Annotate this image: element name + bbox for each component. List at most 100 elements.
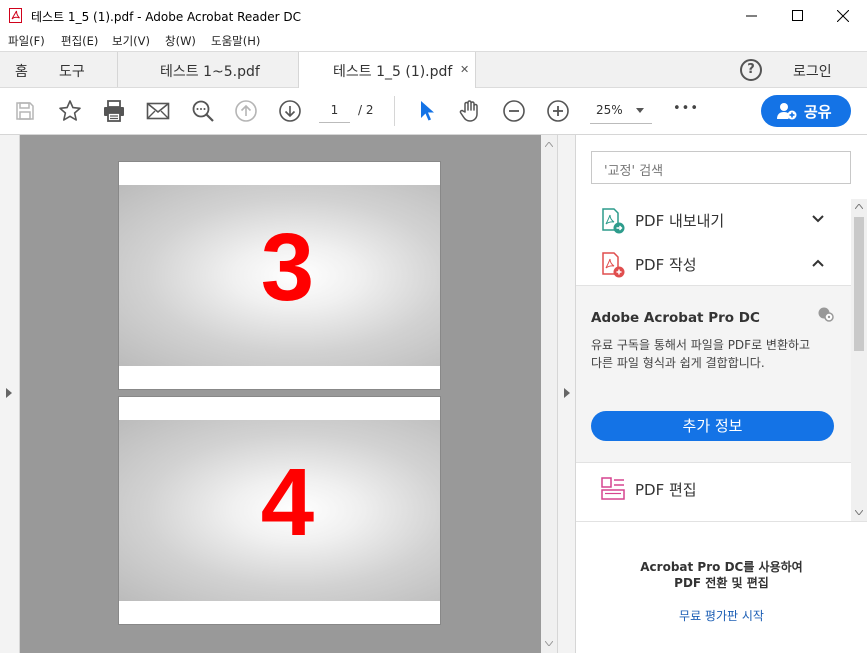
document-scrollbar[interactable] <box>541 135 557 653</box>
collapse-right-panel-icon[interactable] <box>564 388 570 398</box>
scroll-up-icon[interactable] <box>855 204 863 209</box>
tools-pane: '교정' 검색 PDF 내보내기 PDF 작성 Adobe Acrobat Pr… <box>576 135 867 653</box>
save-button[interactable] <box>12 99 38 123</box>
maximize-button[interactable] <box>774 0 820 31</box>
main-toolbar: 1 / 2 25% ••• 공유 <box>0 88 867 135</box>
arrow-up-circle-icon <box>235 100 257 122</box>
minimize-icon <box>745 15 757 17</box>
zoom-out-button[interactable] <box>501 99 527 123</box>
select-tool-button[interactable] <box>414 99 440 123</box>
add-person-icon <box>777 103 797 120</box>
scroll-down-icon[interactable] <box>545 641 553 646</box>
tab-tools[interactable]: 도구 <box>45 52 117 87</box>
trial-promo-line-2: PDF 전환 및 편집 <box>674 576 769 590</box>
printer-icon <box>104 100 124 122</box>
zoom-value: 25% <box>596 103 623 117</box>
pdf-page: 4 <box>118 396 441 625</box>
search-placeholder: '교정' 검색 <box>604 164 664 179</box>
tools-pane-scrollbar[interactable] <box>851 199 867 521</box>
tool-create-pdf-label: PDF 작성 <box>635 256 697 274</box>
arrow-down-circle-icon <box>279 100 301 122</box>
tab-home[interactable]: 홈 <box>0 52 45 87</box>
minus-circle-icon <box>503 100 525 122</box>
document-viewport[interactable]: 3 4 <box>20 135 541 653</box>
window-title: 테스트 1_5 (1).pdf - Adobe Acrobat Reader D… <box>31 10 302 24</box>
login-link[interactable]: 로그인 <box>793 61 832 81</box>
export-pdf-icon <box>602 208 625 234</box>
bookmark-button[interactable] <box>57 99 83 123</box>
help-icon[interactable]: ? <box>740 59 762 81</box>
toolbar-divider <box>394 96 395 126</box>
scrollbar-thumb[interactable] <box>854 217 864 351</box>
left-panel-collapsed <box>0 135 20 653</box>
close-window-button[interactable] <box>820 0 866 31</box>
slide-number: 4 <box>260 449 315 556</box>
chevron-up-icon <box>812 259 824 267</box>
create-pdf-upsell: Adobe Acrobat Pro DC 유료 구독을 통해서 파일을 PDF로… <box>576 285 851 463</box>
slide-content: 3 <box>119 185 440 366</box>
scroll-down-icon[interactable] <box>855 510 863 515</box>
previous-page-button[interactable] <box>233 99 259 123</box>
slide-number: 3 <box>260 214 315 321</box>
magnifier-icon <box>192 100 214 122</box>
star-icon <box>59 100 81 121</box>
share-button-label: 공유 <box>804 103 832 121</box>
plus-circle-icon <box>547 100 569 122</box>
page-total: / 2 <box>358 103 374 117</box>
tool-edit-pdf[interactable]: PDF 편집 <box>576 468 851 512</box>
tool-export-pdf[interactable]: PDF 내보내기 <box>576 199 851 243</box>
menu-edit[interactable]: 편집(E) <box>61 33 98 49</box>
pdf-page: 3 <box>118 161 441 390</box>
tool-create-pdf[interactable]: PDF 작성 <box>576 243 851 287</box>
next-page-button[interactable] <box>277 99 303 123</box>
hand-icon <box>459 100 478 122</box>
print-button[interactable] <box>101 99 127 123</box>
share-button[interactable]: 공유 <box>761 95 851 127</box>
tab-document-2-label: 테스트 1_5 (1).pdf <box>333 64 453 80</box>
chevron-down-icon <box>812 215 824 223</box>
page-number-input[interactable]: 1 <box>319 97 350 123</box>
tab-bar: 홈 도구 테스트 1~5.pdf 테스트 1_5 (1).pdf ✕ ? 로그인 <box>0 51 867 88</box>
hand-tool-button[interactable] <box>457 99 483 123</box>
acrobat-window: 테스트 1_5 (1).pdf - Adobe Acrobat Reader D… <box>0 0 867 653</box>
maximize-icon <box>791 10 803 21</box>
cloud-settings-icon <box>818 307 834 322</box>
edit-pdf-icon <box>601 477 625 500</box>
promo-title: Adobe Acrobat Pro DC <box>591 310 760 326</box>
menu-help[interactable]: 도움말(H) <box>211 33 260 49</box>
menu-view[interactable]: 보기(V) <box>112 33 150 49</box>
expand-left-panel-icon[interactable] <box>6 388 12 398</box>
menu-file[interactable]: 파일(F) <box>8 33 45 49</box>
tools-search-input[interactable]: '교정' 검색 <box>591 151 851 184</box>
slide-content: 4 <box>119 420 440 601</box>
zoom-in-button[interactable] <box>545 99 571 123</box>
tab-document-1-label: 테스트 1~5.pdf <box>160 64 260 80</box>
tool-edit-pdf-label: PDF 편집 <box>635 481 697 499</box>
tab-home-label: 홈 <box>15 64 28 80</box>
zoom-select[interactable]: 25% <box>590 97 652 124</box>
start-free-trial-link[interactable]: 무료 평가판 시작 <box>576 607 867 624</box>
find-button[interactable] <box>190 99 216 123</box>
envelope-icon <box>146 102 170 120</box>
close-icon <box>837 9 849 22</box>
tab-document-2[interactable]: 테스트 1_5 (1).pdf ✕ <box>298 52 476 88</box>
close-tab-icon[interactable]: ✕ <box>460 63 469 76</box>
caret-down-icon <box>636 108 644 113</box>
tool-export-pdf-label: PDF 내보내기 <box>635 212 725 230</box>
more-info-button[interactable]: 추가 정보 <box>591 411 834 441</box>
trial-promo: Acrobat Pro DC를 사용하여 PDF 전환 및 편집 무료 평가판 … <box>576 521 867 653</box>
save-icon <box>16 102 34 120</box>
acrobat-app-icon <box>9 8 22 23</box>
cursor-arrow-icon <box>421 101 434 121</box>
title-bar: 테스트 1_5 (1).pdf - Adobe Acrobat Reader D… <box>0 0 867 31</box>
more-tools-button[interactable]: ••• <box>673 101 699 116</box>
scroll-up-icon[interactable] <box>545 142 553 147</box>
promo-description: 유료 구독을 통해서 파일을 PDF로 변환하고 다른 파일 형식과 쉽게 결합… <box>591 338 811 370</box>
menu-window[interactable]: 창(W) <box>165 33 196 49</box>
trial-promo-line-1: Acrobat Pro DC를 사용하여 <box>640 560 803 574</box>
email-button[interactable] <box>145 99 171 123</box>
minimize-button[interactable] <box>728 0 774 31</box>
tab-document-1[interactable]: 테스트 1~5.pdf <box>118 52 298 87</box>
right-panel-toggle-strip <box>557 135 576 653</box>
create-pdf-icon <box>602 252 625 278</box>
